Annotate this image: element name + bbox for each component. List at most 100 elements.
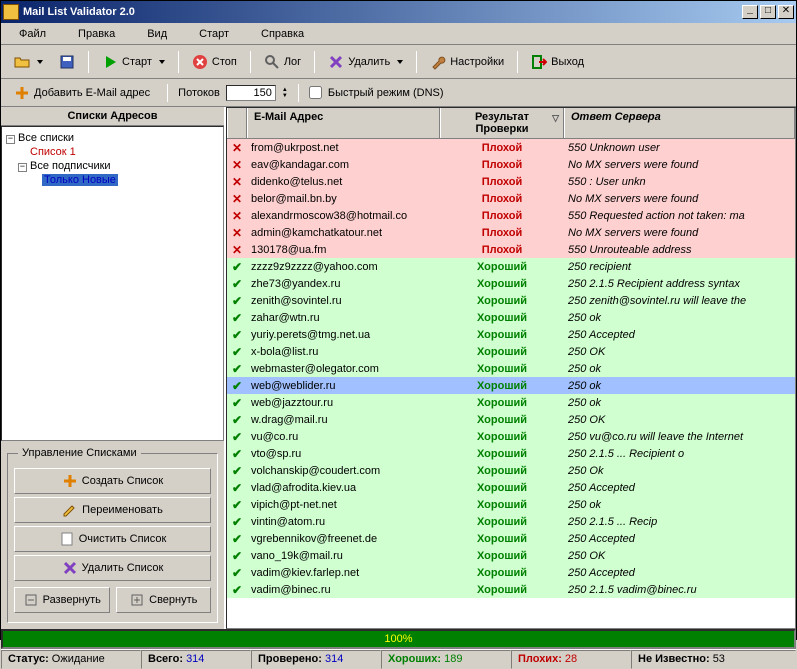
- cell-reply: 250 ok: [564, 311, 795, 325]
- cell-result: Плохой: [440, 243, 564, 257]
- check-icon: ✔: [232, 260, 242, 274]
- check-icon: ✔: [232, 345, 242, 359]
- stop-button[interactable]: Стоп: [185, 50, 244, 74]
- table-row[interactable]: ✔vadim@kiev.farlep.netХороший250 Accepte…: [227, 564, 795, 581]
- cell-email: web@weblider.ru: [247, 379, 440, 393]
- cell-reply: No MX servers were found: [564, 192, 795, 206]
- col-reply[interactable]: Ответ Сервера: [564, 108, 795, 138]
- cell-reply: 550 : User unkn: [564, 175, 795, 189]
- check-icon: ✔: [232, 396, 242, 410]
- tree-new-only[interactable]: Только Новые: [42, 174, 118, 186]
- table-row[interactable]: ✔web@weblider.ruХороший250 ok: [227, 377, 795, 394]
- minimize-button[interactable]: _: [742, 5, 758, 19]
- address-tree[interactable]: −Все списки Список 1 −Все подписчики Тол…: [1, 126, 224, 441]
- tree-list1[interactable]: Список 1: [30, 146, 76, 158]
- tree-toggle-icon[interactable]: −: [6, 135, 15, 144]
- table-row[interactable]: ✔zzzz9z9zzzz@yahoo.comХороший250 recipie…: [227, 258, 795, 275]
- spinner-icon[interactable]: ▲▼: [282, 87, 288, 99]
- delete-button[interactable]: Удалить: [321, 50, 410, 74]
- table-row[interactable]: ✔vlad@afrodita.kiev.uaХороший250 Accepte…: [227, 479, 795, 496]
- exit-button[interactable]: Выход: [524, 50, 591, 74]
- cell-reply: 250 2.1.5 ... Recip: [564, 515, 795, 529]
- grid-body[interactable]: ✕from@ukrpost.netПлохой550 Unknown user✕…: [227, 139, 795, 628]
- maximize-button[interactable]: □: [760, 5, 776, 19]
- table-row[interactable]: ✔zenith@sovintel.ruХороший250 zenith@sov…: [227, 292, 795, 309]
- cell-email: w.drag@mail.ru: [247, 413, 440, 427]
- tree-root[interactable]: Все списки: [18, 132, 74, 144]
- open-button[interactable]: [7, 50, 50, 74]
- check-icon: ✔: [232, 498, 242, 512]
- cell-result: Хороший: [440, 294, 564, 308]
- menu-view[interactable]: Вид: [131, 26, 183, 42]
- cell-reply: 250 Ok: [564, 464, 795, 478]
- check-icon: ✔: [232, 413, 242, 427]
- threads-input[interactable]: [226, 85, 276, 101]
- table-row[interactable]: ✔vano_19k@mail.ruХороший250 OK: [227, 547, 795, 564]
- menu-help[interactable]: Справка: [245, 26, 320, 42]
- start-button[interactable]: Старт: [95, 50, 172, 74]
- plus-icon: [62, 473, 78, 489]
- table-row[interactable]: ✔vu@co.ruХороший250 vu@co.ru will leave …: [227, 428, 795, 445]
- table-row[interactable]: ✔volchanskip@coudert.comХороший250 Ok: [227, 462, 795, 479]
- cell-reply: 550 Unrouteable address: [564, 243, 795, 257]
- menu-edit[interactable]: Правка: [62, 26, 131, 42]
- table-row[interactable]: ✔vintin@atom.ruХороший250 2.1.5 ... Reci…: [227, 513, 795, 530]
- table-row[interactable]: ✔zhe73@yandex.ruХороший250 2.1.5 Recipie…: [227, 275, 795, 292]
- settings-button[interactable]: Настройки: [423, 50, 511, 74]
- table-row[interactable]: ✕from@ukrpost.netПлохой550 Unknown user: [227, 139, 795, 156]
- save-button[interactable]: [52, 50, 82, 74]
- add-email-button[interactable]: Добавить E-Mail адрес: [7, 81, 157, 105]
- table-row[interactable]: ✕didenko@telus.netПлохой550 : User unkn: [227, 173, 795, 190]
- table-row[interactable]: ✔web@jazztour.ruХороший250 ok: [227, 394, 795, 411]
- expand-icon: [23, 592, 39, 608]
- cell-email: zenith@sovintel.ru: [247, 294, 440, 308]
- table-row[interactable]: ✕eav@kandagar.comПлохойNo MX servers wer…: [227, 156, 795, 173]
- table-row[interactable]: ✕admin@kamchatkatour.netПлохойNo MX serv…: [227, 224, 795, 241]
- col-email[interactable]: E-Mail Адрес: [247, 108, 440, 138]
- cross-icon: ✕: [232, 175, 242, 189]
- table-row[interactable]: ✕alexandrmoscow38@hotmail.coПлохой550 Re…: [227, 207, 795, 224]
- col-icon[interactable]: [227, 108, 247, 138]
- col-result[interactable]: Результат Проверки▽: [440, 108, 564, 138]
- tree-subs[interactable]: Все подписчики: [30, 160, 111, 172]
- cell-email: didenko@telus.net: [247, 175, 440, 189]
- table-row[interactable]: ✕130178@ua.fmПлохой550 Unrouteable addre…: [227, 241, 795, 258]
- cell-email: admin@kamchatkatour.net: [247, 226, 440, 240]
- cell-result: Хороший: [440, 481, 564, 495]
- table-row[interactable]: ✔vgrebennikov@freenet.deХороший250 Accep…: [227, 530, 795, 547]
- collapse-button[interactable]: Свернуть: [116, 587, 212, 613]
- start-label: Старт: [122, 56, 152, 68]
- menu-file[interactable]: Файл: [3, 26, 62, 42]
- log-button[interactable]: Лог: [257, 50, 308, 74]
- cell-result: Плохой: [440, 226, 564, 240]
- check-icon: ✔: [232, 515, 242, 529]
- cross-icon: ✕: [232, 209, 242, 223]
- titlebar: Mail List Validator 2.0 _ □ ✕: [1, 1, 796, 23]
- menu-start[interactable]: Старт: [183, 26, 245, 42]
- cross-icon: ✕: [232, 243, 242, 257]
- table-row[interactable]: ✔w.drag@mail.ruХороший250 OK: [227, 411, 795, 428]
- table-row[interactable]: ✕belor@mail.bn.byПлохойNo MX servers wer…: [227, 190, 795, 207]
- close-button[interactable]: ✕: [778, 5, 794, 19]
- table-row[interactable]: ✔webmaster@olegator.comХороший250 ok: [227, 360, 795, 377]
- cell-result: Хороший: [440, 498, 564, 512]
- rename-list-button[interactable]: Переименовать: [14, 497, 211, 523]
- cell-email: belor@mail.bn.by: [247, 192, 440, 206]
- status-bad: Плохих: 28: [511, 650, 631, 669]
- expand-button[interactable]: Развернуть: [14, 587, 110, 613]
- table-row[interactable]: ✔vto@sp.ruХороший250 2.1.5 ... Recipient…: [227, 445, 795, 462]
- results-grid: E-Mail Адрес Результат Проверки▽ Ответ С…: [226, 107, 796, 629]
- cross-icon: ✕: [232, 226, 242, 240]
- status-checked: Проверено: 314: [251, 650, 381, 669]
- fast-mode-checkbox[interactable]: [309, 86, 322, 99]
- table-row[interactable]: ✔vipich@pt-net.netХороший250 ok: [227, 496, 795, 513]
- table-row[interactable]: ✔yuriy.perets@tmg.net.uaХороший250 Accep…: [227, 326, 795, 343]
- table-row[interactable]: ✔vadim@binec.ruХороший250 2.1.5 vadim@bi…: [227, 581, 795, 598]
- table-row[interactable]: ✔zahar@wtn.ruХороший250 ok: [227, 309, 795, 326]
- table-row[interactable]: ✔x-bola@list.ruХороший250 OK: [227, 343, 795, 360]
- create-list-button[interactable]: Создать Список: [14, 468, 211, 494]
- clear-list-button[interactable]: Очистить Список: [14, 526, 211, 552]
- delete-list-button[interactable]: Удалить Список: [14, 555, 211, 581]
- cell-reply: 250 OK: [564, 345, 795, 359]
- tree-toggle-icon[interactable]: −: [18, 163, 27, 172]
